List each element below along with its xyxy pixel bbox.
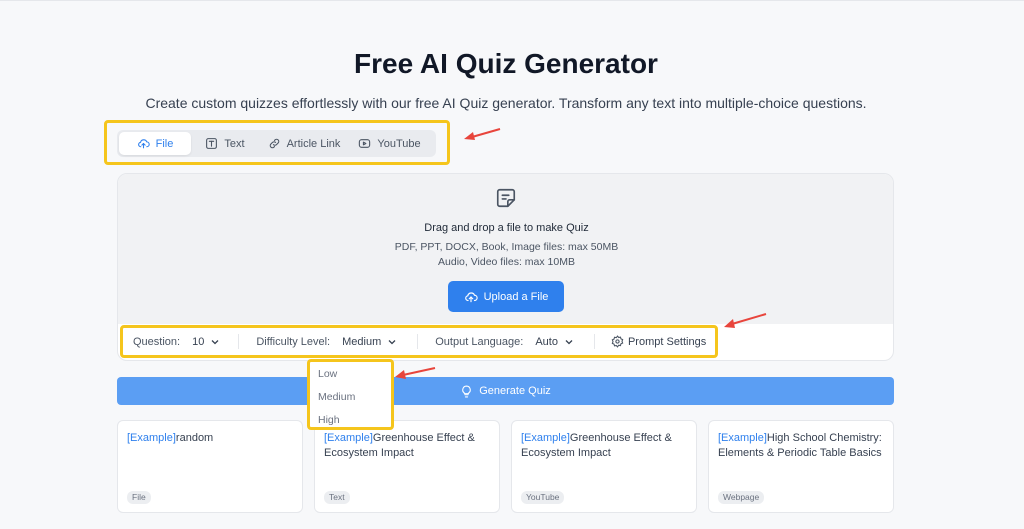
example-card[interactable]: [Example]random File: [117, 420, 303, 513]
cloud-upload-icon: [137, 139, 150, 149]
divider: [593, 334, 595, 349]
generate-quiz-button[interactable]: Generate Quiz: [117, 377, 894, 405]
drop-limits-documents: PDF, PPT, DOCX, Book, Image files: max 5…: [394, 241, 619, 253]
source-tabs: File Text Article Link YouTube: [117, 130, 436, 157]
example-tag: [Example]: [324, 432, 373, 444]
output-language-value: Auto: [535, 335, 558, 348]
example-title-text: random: [175, 432, 214, 444]
generate-quiz-label: Generate Quiz: [479, 385, 551, 397]
prompt-settings-button[interactable]: Prompt Settings: [611, 335, 706, 348]
example-title: [Example]random: [127, 431, 297, 446]
gear-icon: [611, 335, 624, 348]
top-border: [0, 0, 1024, 1]
example-card[interactable]: [Example]High School Chemistry: Elements…: [708, 420, 894, 513]
difficulty-dropdown: Low Medium High: [307, 359, 394, 430]
example-source-badge: File: [127, 491, 151, 504]
tab-file-label: File: [155, 137, 174, 150]
chevron-down-icon: [211, 339, 219, 344]
annotation-arrow-dropdown: [395, 367, 436, 379]
youtube-icon: [359, 139, 371, 148]
upload-file-button[interactable]: Upload a File: [448, 281, 564, 312]
output-language-label: Output Language:: [435, 335, 524, 348]
difficulty-option-low[interactable]: Low: [318, 368, 337, 380]
tab-article-link[interactable]: Article Link: [259, 132, 349, 155]
question-count-select[interactable]: Question: 10: [133, 336, 220, 348]
text-icon: [206, 138, 218, 149]
example-title: [Example]Greenhouse Effect & Ecosystem I…: [521, 431, 691, 461]
example-title: [Example]Greenhouse Effect & Ecosystem I…: [324, 431, 494, 461]
example-source-badge: Text: [324, 491, 350, 504]
divider: [417, 334, 419, 349]
question-value: 10: [192, 335, 205, 348]
difficulty-option-medium[interactable]: Medium: [318, 391, 355, 403]
example-title: [Example]High School Chemistry: Elements…: [718, 431, 888, 461]
example-card[interactable]: [Example]Greenhouse Effect & Ecosystem I…: [314, 420, 500, 513]
example-source-badge: YouTube: [521, 491, 565, 504]
chevron-down-icon: [565, 339, 573, 344]
question-label: Question:: [133, 335, 181, 348]
example-source-badge: Webpage: [718, 491, 765, 504]
tab-text[interactable]: Text: [191, 132, 259, 155]
difficulty-value: Medium: [342, 335, 382, 348]
upload-file-label: Upload a File: [483, 290, 549, 303]
tab-youtube[interactable]: YouTube: [349, 132, 430, 155]
note-file-icon: [496, 188, 516, 208]
example-tag: [Example]: [718, 432, 767, 444]
annotation-arrow-tabs: [464, 128, 501, 140]
output-language-select[interactable]: Output Language: Auto: [435, 336, 574, 348]
page-subtitle: Create custom quizzes effortlessly with …: [145, 95, 867, 111]
difficulty-select[interactable]: Difficulty Level: Medium: [256, 336, 397, 348]
drop-title: Drag and drop a file to make Quiz: [424, 222, 589, 234]
example-card[interactable]: [Example]Greenhouse Effect & Ecosystem I…: [511, 420, 697, 513]
divider: [238, 334, 240, 349]
quiz-settings: Question: 10 Difficulty Level: Medium Ou…: [120, 328, 718, 355]
difficulty-option-high[interactable]: High: [318, 414, 340, 426]
chevron-down-icon: [388, 339, 396, 344]
example-tag: [Example]: [521, 432, 570, 444]
tab-youtube-label: YouTube: [377, 137, 421, 150]
link-icon: [269, 138, 279, 149]
page-title: Free AI Quiz Generator: [354, 48, 658, 79]
tab-article-link-label: Article Link: [286, 137, 341, 150]
annotation-arrow-settings: [724, 313, 767, 328]
example-tag: [Example]: [127, 432, 176, 444]
drop-limits-media: Audio, Video files: max 10MB: [438, 256, 575, 268]
tab-file[interactable]: File: [119, 132, 191, 155]
prompt-settings-label: Prompt Settings: [627, 335, 707, 348]
tab-text-label: Text: [224, 137, 245, 150]
difficulty-label: Difficulty Level:: [256, 335, 331, 348]
cloud-upload-icon: [464, 291, 478, 302]
drop-zone[interactable]: Drag and drop a file to make Quiz PDF, P…: [118, 174, 893, 324]
lightbulb-icon: [462, 385, 471, 397]
